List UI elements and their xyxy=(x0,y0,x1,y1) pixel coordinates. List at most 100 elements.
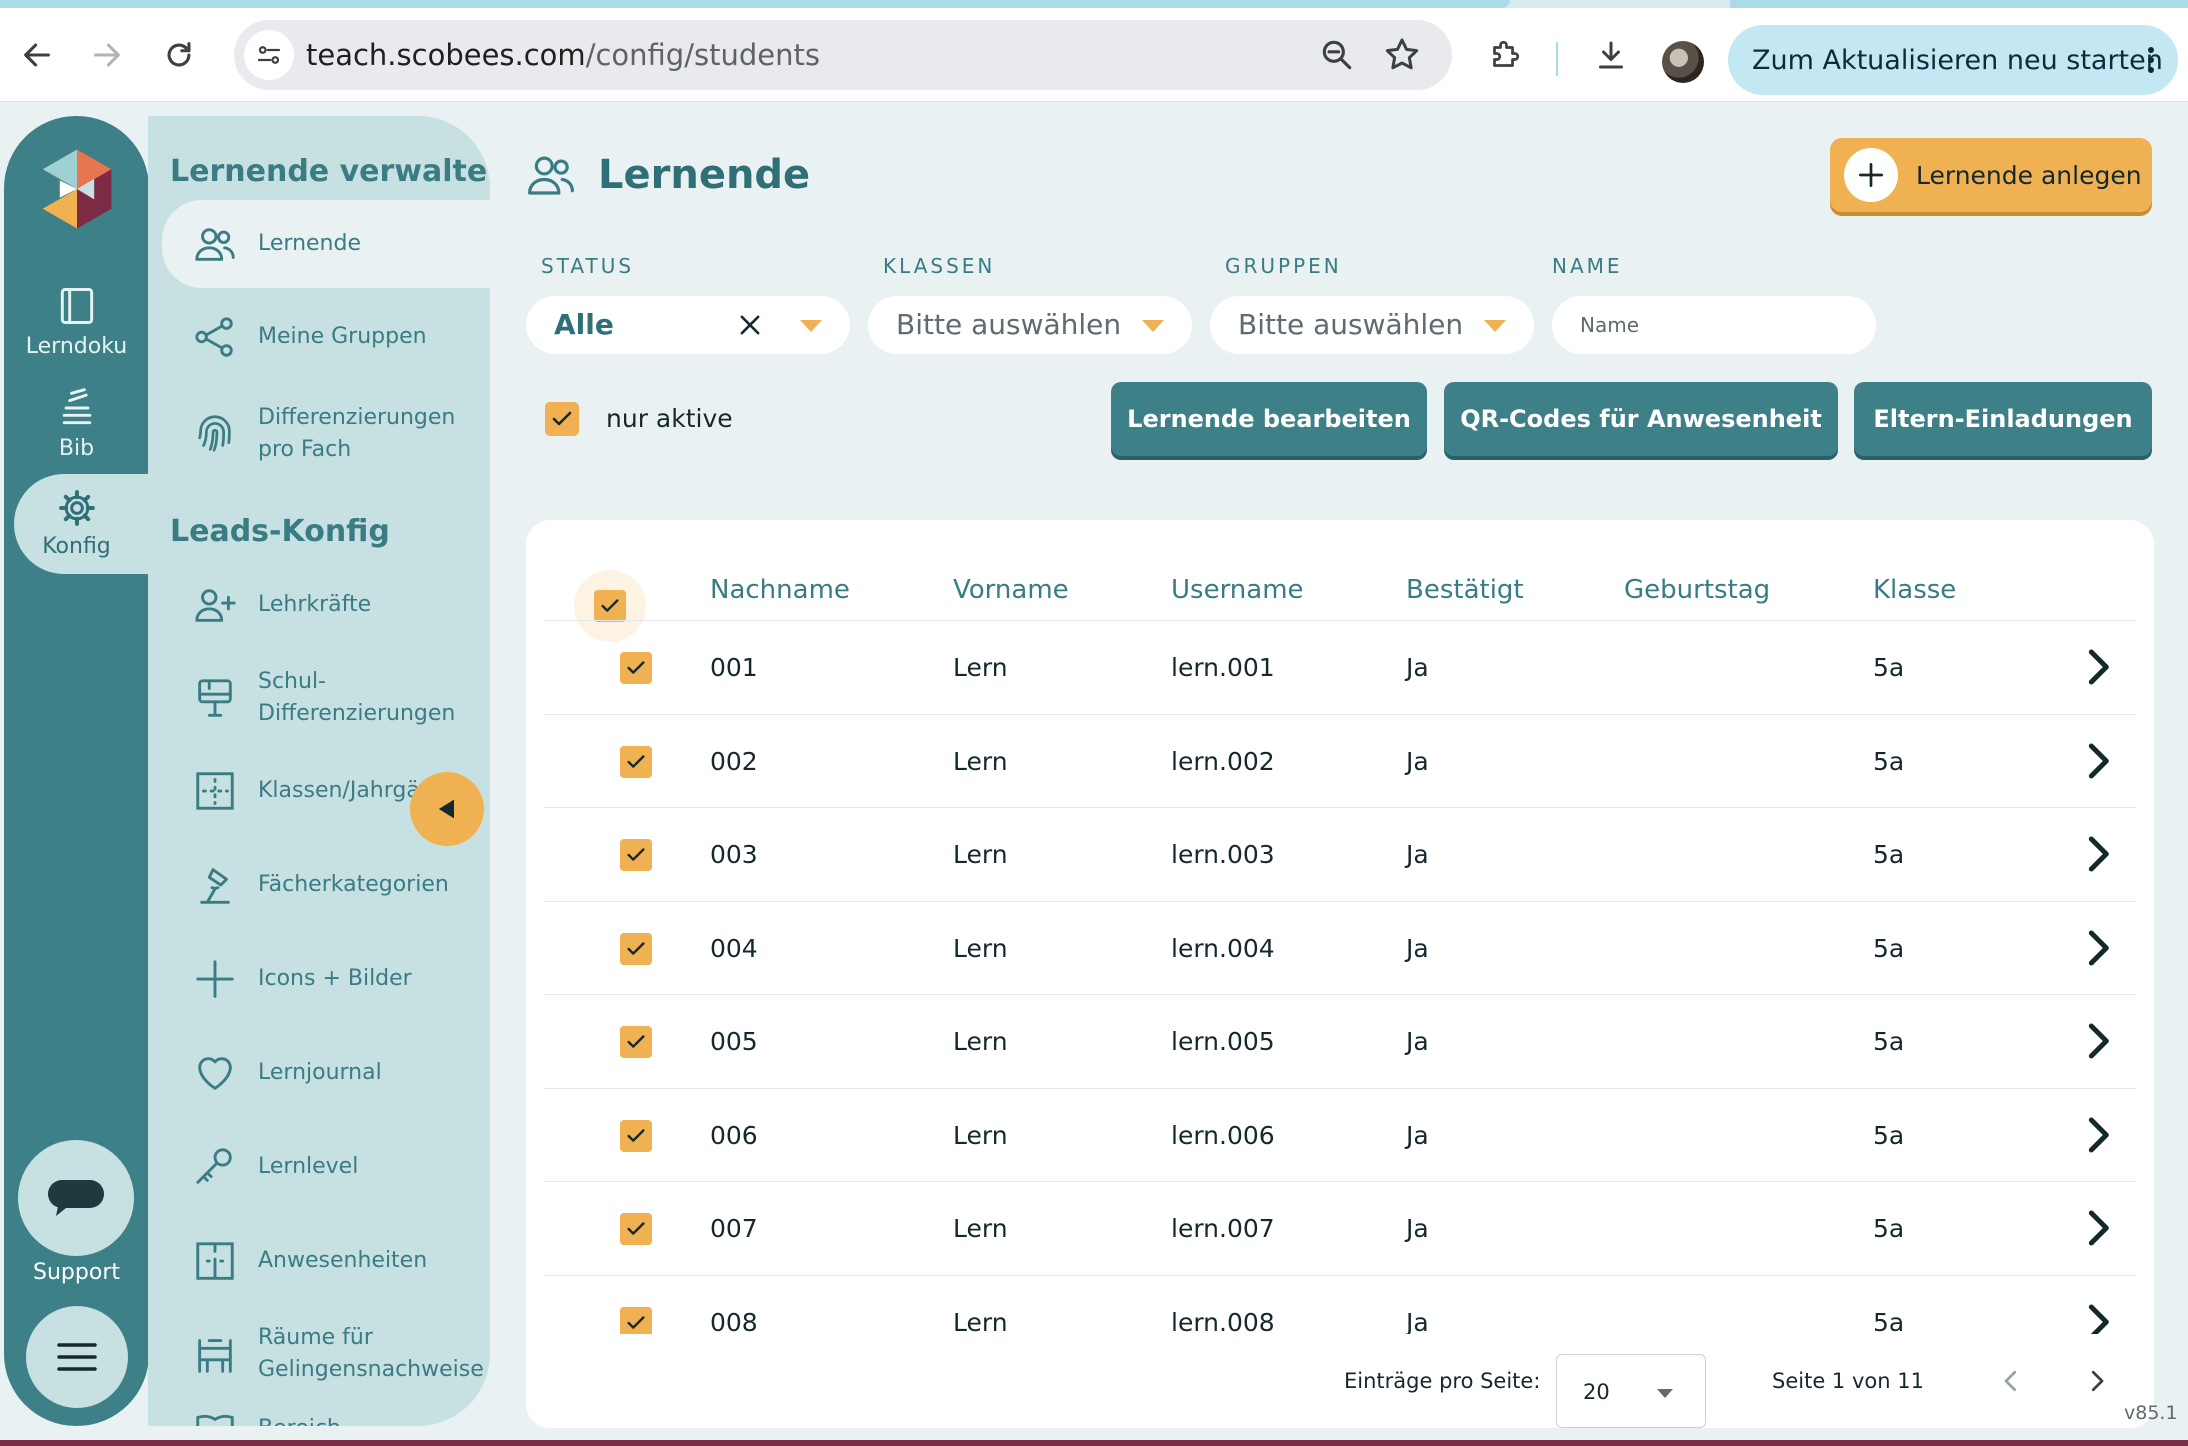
chevron-right-icon[interactable] xyxy=(2078,832,2118,876)
update-restart-button[interactable]: Zum Aktualisieren neu starten xyxy=(1728,25,2178,95)
subnav-item-lehrkraefte[interactable]: Lehrkräfte xyxy=(162,582,490,628)
subnav-item-bereich[interactable]: Bereich xyxy=(162,1406,490,1426)
cell-lastname: 004 xyxy=(710,933,758,963)
subnav-item-anwesenheiten[interactable]: Anwesenheiten xyxy=(162,1238,490,1284)
per-page-select[interactable]: 20 xyxy=(1556,1354,1706,1428)
column-header-username[interactable]: Username xyxy=(1171,556,1304,624)
table-row[interactable]: 007 Lern lern.007 Ja 5a xyxy=(544,1181,2136,1274)
row-checkbox[interactable] xyxy=(620,839,652,871)
per-page-value: 20 xyxy=(1583,1380,1610,1404)
url-text[interactable]: teach.scobees.com/config/students xyxy=(306,20,820,90)
rail-item-lerndoku[interactable]: Lerndoku xyxy=(4,284,149,359)
subnav-item-faecherkategorien[interactable]: Fächerkategorien xyxy=(162,862,490,908)
browser-toolbar: teach.scobees.com/config/students Zum Ak… xyxy=(0,8,2188,102)
users-icon xyxy=(195,228,235,261)
name-input[interactable]: Name xyxy=(1552,296,1876,354)
chevron-left-icon[interactable] xyxy=(1996,1366,2026,1396)
row-checkbox[interactable] xyxy=(620,1213,652,1245)
kebab-menu-icon[interactable] xyxy=(2148,47,2156,73)
checkmark-icon xyxy=(627,1128,645,1142)
subnav-heading-manage: Lernende verwalten xyxy=(170,154,490,189)
subnav-label-anwesenheiten: Anwesenheiten xyxy=(258,1248,428,1273)
status-select[interactable]: Alle xyxy=(526,296,850,354)
close-icon[interactable] xyxy=(736,311,764,339)
column-header-birthday[interactable]: Geburtstag xyxy=(1624,556,1770,624)
status-filter-label: STATUS xyxy=(541,254,635,278)
subnav-item-differenzierungen[interactable]: Differenzierungen pro Fach xyxy=(162,402,490,466)
subnav-item-lernjournal[interactable]: Lernjournal xyxy=(162,1050,490,1096)
qr-codes-button[interactable]: QR-Codes für Anwesenheit xyxy=(1444,382,1838,456)
subnav-item-schul-differenzierungen[interactable]: Schul-Differenzierungen xyxy=(162,666,490,730)
key-icon xyxy=(196,1148,232,1184)
chevron-right-icon[interactable] xyxy=(2078,1019,2118,1063)
classes-select-value: Bitte auswählen xyxy=(896,308,1122,341)
address-bar[interactable]: teach.scobees.com/config/students xyxy=(234,20,1452,90)
checkmark-icon xyxy=(627,661,645,674)
only-active-checkbox[interactable] xyxy=(545,402,579,436)
extensions-button[interactable] xyxy=(1480,30,1530,80)
groups-select[interactable]: Bitte auswählen xyxy=(1210,296,1534,354)
rail-item-bib[interactable]: Bib xyxy=(4,386,149,461)
chevron-right-icon[interactable] xyxy=(2078,645,2118,689)
gear-icon xyxy=(58,490,95,526)
downloads-button[interactable] xyxy=(1586,30,1636,80)
subnav-item-raeume[interactable]: Räume für Gelingensnachweise xyxy=(162,1322,490,1386)
cell-firstname: Lern xyxy=(953,746,1008,776)
subnav-label-lehrkraefte: Lehrkräfte xyxy=(258,592,372,617)
chevron-right-icon[interactable] xyxy=(2078,926,2118,970)
row-checkbox[interactable] xyxy=(620,1026,652,1058)
collapse-sidebar-button[interactable] xyxy=(410,772,484,846)
forward-button[interactable] xyxy=(82,30,132,80)
subnav-item-lernende[interactable]: Lernende xyxy=(162,200,490,288)
rail-item-konfig[interactable]: Konfig xyxy=(4,488,149,559)
rail-label-lerndoku: Lerndoku xyxy=(25,334,128,359)
subnav-label-lernlevel: Lernlevel xyxy=(258,1154,359,1179)
zoom-out-icon[interactable] xyxy=(1318,36,1356,74)
table-row[interactable]: 002 Lern lern.002 Ja 5a xyxy=(544,713,2136,807)
cell-username: lern.004 xyxy=(1171,933,1275,963)
chevron-down-icon xyxy=(800,320,822,332)
table-row[interactable]: 001 Lern lern.001 Ja 5a xyxy=(544,620,2136,713)
site-settings-icon[interactable] xyxy=(244,30,294,80)
column-header-confirmed[interactable]: Bestätigt xyxy=(1406,556,1524,624)
pagination-bar: Einträge pro Seite: 20 Seite 1 von 11 xyxy=(526,1334,2154,1428)
cell-username: lern.002 xyxy=(1171,746,1275,776)
url-path: /config/students xyxy=(585,38,820,72)
chevron-down-icon xyxy=(1142,320,1164,332)
table-row[interactable]: 004 Lern lern.004 Ja 5a xyxy=(544,900,2136,994)
cell-class: 5a xyxy=(1873,746,1905,776)
row-checkbox[interactable] xyxy=(620,745,652,778)
classes-filter-label: KLASSEN xyxy=(883,254,996,278)
table-row[interactable]: 006 Lern lern.006 Ja 5a xyxy=(544,1087,2136,1181)
row-checkbox[interactable] xyxy=(620,932,652,965)
hamburger-menu-button[interactable] xyxy=(26,1306,128,1408)
chevron-right-icon[interactable] xyxy=(2078,739,2118,783)
chevron-right-icon[interactable] xyxy=(2082,1366,2112,1396)
subnav-label-differenzierungen: Differenzierungen pro Fach xyxy=(258,405,456,462)
edit-students-button[interactable]: Lernende bearbeiten xyxy=(1111,382,1427,456)
row-checkbox[interactable] xyxy=(620,1119,652,1152)
bookmark-star-icon[interactable] xyxy=(1382,35,1422,75)
groups-filter-label: GRUPPEN xyxy=(1225,254,1342,278)
column-header-lastname[interactable]: Nachname xyxy=(710,556,850,624)
profile-avatar[interactable] xyxy=(1662,41,1704,83)
subnav-item-lernlevel[interactable]: Lernlevel xyxy=(162,1144,490,1190)
table-row[interactable]: 005 Lern lern.005 Ja 5a xyxy=(544,994,2136,1087)
chevron-right-icon[interactable] xyxy=(2078,1113,2118,1157)
bottom-edge xyxy=(0,1440,2188,1446)
page-info: Seite 1 von 11 xyxy=(1772,1369,1924,1393)
subnav-item-meine-gruppen[interactable]: Meine Gruppen xyxy=(162,314,490,360)
back-button[interactable] xyxy=(12,30,62,80)
chevron-right-icon[interactable] xyxy=(2078,1206,2118,1250)
support-button[interactable] xyxy=(18,1140,134,1256)
classes-select[interactable]: Bitte auswählen xyxy=(868,296,1192,354)
reload-button[interactable] xyxy=(154,30,204,80)
add-student-button[interactable]: Lernende anlegen xyxy=(1830,138,2152,212)
column-header-class[interactable]: Klasse xyxy=(1873,556,1956,624)
cell-class: 5a xyxy=(1873,1120,1905,1150)
column-header-firstname[interactable]: Vorname xyxy=(953,556,1069,624)
parent-invitations-button[interactable]: Eltern-Einladungen xyxy=(1854,382,2152,456)
subnav-item-icons-bilder[interactable]: Icons + Bilder xyxy=(162,956,490,1002)
table-row[interactable]: 003 Lern lern.003 Ja 5a xyxy=(544,807,2136,900)
row-checkbox[interactable] xyxy=(620,652,652,684)
